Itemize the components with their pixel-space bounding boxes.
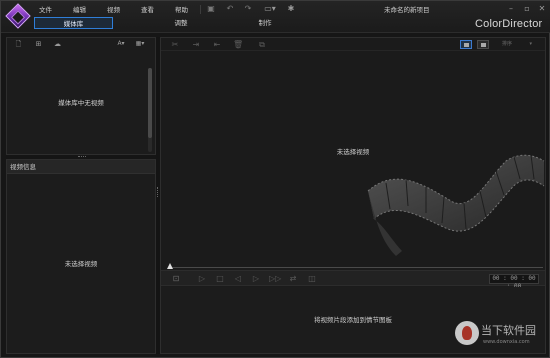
volume-icon[interactable]: ◫ [307, 274, 317, 284]
maximize-icon[interactable]: ▫ [522, 4, 532, 14]
media-library-toolbar: 🗋 ⊞ ☁ A▾ ▦▾ [7, 38, 155, 50]
playhead-marker[interactable] [167, 263, 173, 269]
app-logo-icon [5, 3, 31, 29]
snapshot-icon[interactable]: ⧉ [257, 40, 267, 49]
menu-edit[interactable]: 编辑 [73, 5, 107, 15]
video-info-empty-message: 未选择视频 [64, 260, 98, 268]
menu-video[interactable]: 视频 [107, 5, 141, 15]
brand-name: ColorDirector [475, 18, 543, 30]
cut-icon[interactable]: ✂ [170, 40, 180, 49]
play-icon[interactable]: ▷ [197, 274, 207, 284]
watermark: 当下软件园 www.downxia.com [453, 319, 547, 355]
menu-bar: 文件 编辑 视频 查看 帮助 [39, 5, 202, 15]
media-library-panel: 🗋 ⊞ ☁ A▾ ▦▾ 媒体库中无视频 [6, 37, 156, 155]
title-bar: 文件 编辑 视频 查看 帮助 ▣ ↶ ↷ ▭▾ ✱ 未命名的新项目 – ▫ ✕ … [1, 1, 550, 33]
compare-view-button[interactable] [477, 40, 489, 49]
scrollbar-thumb[interactable] [148, 68, 152, 138]
delete-icon[interactable]: 🗑 [233, 40, 243, 49]
undo-icon[interactable]: ↶ [225, 4, 235, 14]
media-library-scrollbar[interactable] [148, 68, 152, 152]
film-reel-graphic [367, 154, 545, 256]
previous-frame-icon[interactable]: ◁ [233, 274, 243, 284]
settings-gear-icon[interactable]: ✱ [286, 4, 296, 14]
menu-file[interactable]: 文件 [39, 5, 73, 15]
preview-panel: ✂ ⇥ ⇤ 🗑 ⧉ 排序 未选择视频 [160, 37, 546, 354]
minimize-icon[interactable]: – [506, 4, 516, 14]
menu-divider [200, 5, 201, 14]
menu-view[interactable]: 查看 [141, 5, 175, 15]
tab-media-library[interactable]: 媒体库 [34, 17, 113, 29]
tab-adjust[interactable]: 调整 [141, 17, 221, 29]
next-frame-icon[interactable]: ▷ [251, 274, 261, 284]
repeat-icon[interactable]: ⇄ [288, 274, 298, 284]
import-folder-icon[interactable]: ⊞ [34, 40, 43, 48]
font-size-icon[interactable]: A▾ [114, 40, 128, 48]
media-library-empty-message: 媒体库中无视频 [58, 99, 104, 107]
module-tabs: 媒体库 调整 制作 [34, 17, 305, 29]
video-info-panel: 视频信息 未选择视频 [6, 159, 156, 354]
playback-controls: ⊡ ▷ □ ◁ ▷ ▷▷ ⇄ ◫ 00 : 00 : 00 : 00 [161, 270, 545, 290]
grid-view-icon[interactable]: ▦▾ [133, 40, 147, 48]
fullscreen-icon[interactable]: ⊡ [171, 274, 181, 284]
cloud-icon[interactable]: ☁ [53, 40, 62, 48]
video-info-header: 视频信息 [7, 160, 155, 174]
preview-toolbar: ✂ ⇥ ⇤ 🗑 ⧉ 排序 [161, 38, 545, 51]
screen-layout-icon[interactable]: ▭▾ [263, 4, 277, 14]
mark-in-icon[interactable]: ⇥ [191, 40, 201, 49]
watermark-logo-icon [455, 321, 479, 345]
mark-out-icon[interactable]: ⇤ [212, 40, 222, 49]
import-media-icon[interactable]: 🗋 [14, 40, 23, 48]
app-window: 文件 编辑 视频 查看 帮助 ▣ ↶ ↷ ▭▾ ✱ 未命名的新项目 – ▫ ✕ … [0, 0, 550, 358]
sort-dropdown[interactable]: 排序 [498, 40, 534, 49]
close-icon[interactable]: ✕ [537, 4, 547, 14]
menu-help[interactable]: 帮助 [175, 5, 202, 15]
stop-icon[interactable]: □ [215, 274, 225, 284]
tab-produce[interactable]: 制作 [225, 17, 305, 29]
preview-area: 未选择视频 [161, 51, 545, 263]
redo-icon[interactable]: ↷ [243, 4, 253, 14]
scrubber-track[interactable] [171, 267, 543, 268]
timecode-display: 00 : 00 : 00 : 00 [489, 274, 539, 290]
fast-forward-icon[interactable]: ▷▷ [269, 274, 281, 284]
single-view-button[interactable] [460, 40, 472, 49]
save-icon[interactable]: ▣ [206, 4, 216, 14]
watermark-text: 当下软件园 [481, 324, 536, 337]
watermark-url: www.downxia.com [483, 339, 530, 345]
project-title: 未命名的新项目 [384, 6, 430, 14]
